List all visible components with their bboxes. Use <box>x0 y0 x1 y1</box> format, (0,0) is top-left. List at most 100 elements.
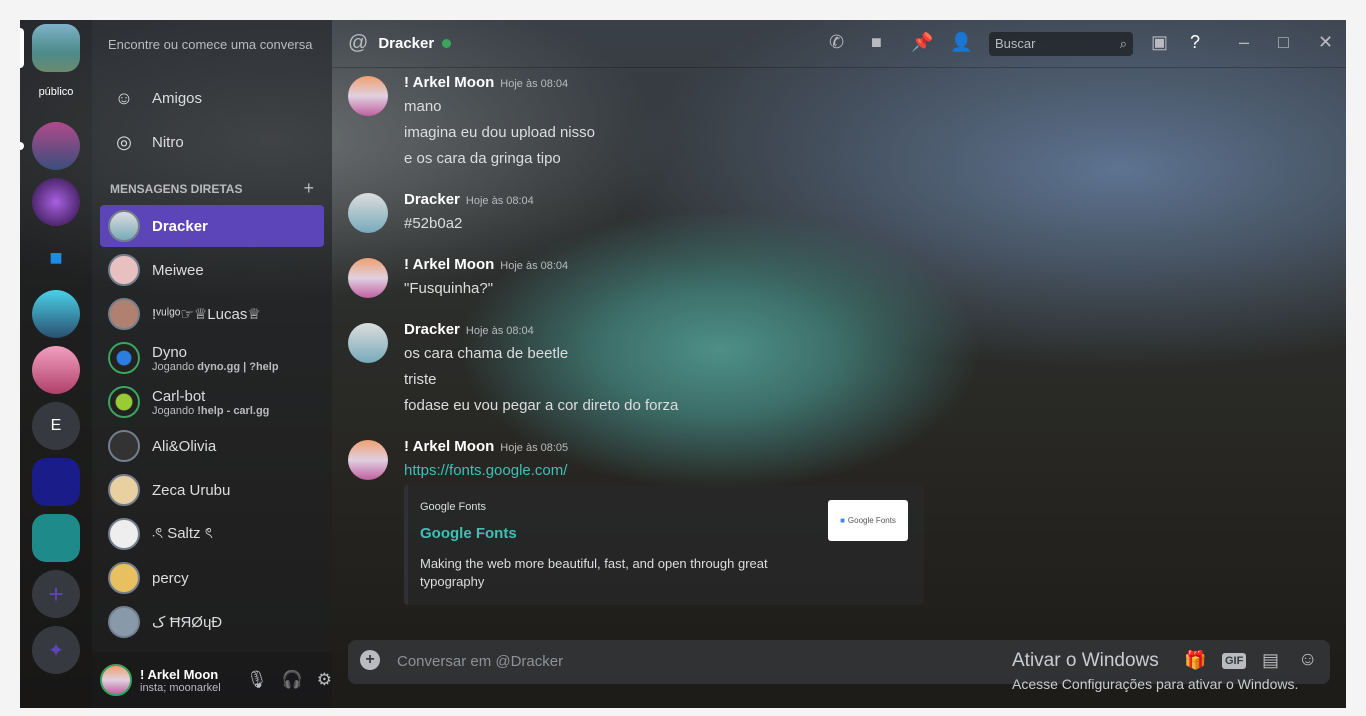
server-icon[interactable] <box>32 122 80 170</box>
add-server-icon[interactable]: + <box>32 570 80 618</box>
add-friend-icon[interactable]: 👤 <box>950 32 972 53</box>
avatar[interactable] <box>348 323 388 363</box>
message-author[interactable]: Dracker Hoje às 08:04 <box>404 191 534 208</box>
folder-icon[interactable]: ■ <box>32 234 80 282</box>
avatar <box>108 210 140 242</box>
server-folder[interactable] <box>32 458 80 506</box>
embed-description: Making the web more beautiful, fast, and… <box>420 556 768 589</box>
selected-indicator <box>20 28 24 68</box>
chat-area: @ Dracker ✆ ■ 📌 👤 Buscar ⌕ ▣ ? – □ ✕ ! Ar… <box>332 20 1346 708</box>
avatar <box>108 342 140 374</box>
user-name: ! Arkel Moon <box>140 666 219 682</box>
at-icon: @ <box>348 32 369 54</box>
find-conversation-button[interactable]: Encontre ou comece uma conversa <box>108 37 313 52</box>
message-text: imagina eu dou upload nisso <box>404 124 595 141</box>
sidebar-item-friends[interactable]: ☺ Amigos <box>100 77 324 119</box>
embed-thumbnail[interactable]: ■ Google Fonts <box>828 500 908 541</box>
message-author[interactable]: ! Arkel Moon Hoje às 08:04 <box>404 74 568 91</box>
maximize-icon[interactable]: □ <box>1278 32 1289 53</box>
message-link[interactable]: https://fonts.google.com/ <box>404 462 567 479</box>
dm-name: ܁ৎ Saltz ৎ <box>152 524 213 542</box>
minimize-icon[interactable]: – <box>1239 32 1249 53</box>
avatar <box>108 254 140 286</box>
dm-item[interactable]: Meiwee <box>100 249 324 291</box>
gift-icon[interactable]: 🎁 <box>1184 650 1206 671</box>
message-author[interactable]: ! Arkel Moon Hoje às 08:04 <box>404 256 568 273</box>
embed-provider: Google Fonts <box>420 501 487 513</box>
dm-header-label: MENSAGENS DIRETAS <box>110 182 243 196</box>
server-list: público ■ E + ✦ <box>20 20 92 708</box>
explore-compass-icon[interactable]: ✦ <box>32 626 80 674</box>
sidebar-item-nitro[interactable]: ◎ Nitro <box>100 121 324 163</box>
avatar <box>108 430 140 462</box>
avatar[interactable] <box>348 76 388 116</box>
avatar[interactable] <box>348 258 388 298</box>
microphone-icon[interactable]: 🎙 <box>246 670 268 690</box>
server-icon[interactable] <box>32 346 80 394</box>
server-folder[interactable] <box>32 514 80 562</box>
avatar[interactable] <box>348 193 388 233</box>
dm-name: !ᵛᵘˡᵍᵒ☞♕Lucas♕ <box>152 306 261 323</box>
dm-item[interactable]: Zeca Urubu <box>100 469 324 511</box>
inbox-icon[interactable]: ▣ <box>1151 32 1168 53</box>
dm-item[interactable]: !ᵛᵘˡᵍᵒ☞♕Lucas♕ <box>100 293 324 335</box>
user-status: insta; moonarkel <box>140 681 221 694</box>
dm-name: Meiwee <box>152 261 204 279</box>
message-input[interactable]: Conversar em @Dracker <box>397 653 563 670</box>
friends-label: Amigos <box>152 89 203 107</box>
avatar <box>108 474 140 506</box>
search-icon: ⌕ <box>1119 36 1127 51</box>
message-text: "Fusquinha?" <box>404 280 494 297</box>
dm-name: Dracker <box>152 217 208 235</box>
chat-header: @ Dracker ✆ ■ 📌 👤 Buscar ⌕ ▣ ? – □ ✕ <box>332 20 1346 68</box>
sticker-icon[interactable]: ▤ <box>1262 650 1279 671</box>
dm-item[interactable]: Carl-bot Jogando !help - carl.gg <box>100 381 324 423</box>
public-label: público <box>38 86 74 98</box>
server-icon[interactable] <box>32 290 80 338</box>
settings-gear-icon[interactable]: ⚙ <box>317 670 332 690</box>
gif-button[interactable]: GIF <box>1222 653 1247 669</box>
user-panel: ! Arkel Moon insta; moonarkel 🎙 🎧 ⚙ <box>92 652 332 708</box>
help-icon[interactable]: ? <box>1190 32 1200 53</box>
search-input[interactable]: Buscar ⌕ <box>989 32 1133 56</box>
message-text: os cara chama de beetle <box>404 345 569 362</box>
message-author[interactable]: ! Arkel Moon Hoje às 08:05 <box>404 438 568 455</box>
windows-activation-title: Ativar o Windows <box>1012 650 1159 671</box>
close-icon[interactable]: ✕ <box>1318 32 1333 53</box>
nitro-label: Nitro <box>152 133 184 151</box>
dm-name: percy <box>152 569 189 587</box>
avatar <box>108 518 140 550</box>
avatar <box>108 298 140 330</box>
dm-item[interactable]: Dracker <box>100 205 324 247</box>
attach-plus-icon[interactable]: + <box>360 650 380 670</box>
home-dm-button[interactable] <box>32 24 80 72</box>
dm-name: Dyno <box>152 343 188 361</box>
create-dm-plus-icon[interactable]: + <box>303 178 314 199</box>
dm-item[interactable]: Dyno Jogando dyno.gg | ?help <box>100 337 324 379</box>
voice-call-icon[interactable]: ✆ <box>829 32 844 53</box>
dm-item[interactable]: ک ĦЯØɥĐ <box>100 601 324 643</box>
avatar[interactable] <box>348 440 388 480</box>
emoji-icon[interactable]: ☺ <box>1298 649 1317 671</box>
message-text: fodase eu vou pegar a cor direto do forz… <box>404 397 679 414</box>
user-avatar[interactable] <box>100 664 132 696</box>
avatar <box>108 562 140 594</box>
message-author[interactable]: Dracker Hoje às 08:04 <box>404 321 534 338</box>
link-embed: Google Fonts Google Fonts Making the web… <box>404 485 924 605</box>
discord-window: público ■ E + ✦ Encontre ou comece uma c… <box>20 20 1346 708</box>
unread-indicator <box>20 142 24 150</box>
pin-icon[interactable]: 📌 <box>911 32 933 53</box>
dm-status: Jogando dyno.gg | ?help <box>152 360 279 373</box>
server-icon-e[interactable]: E <box>32 402 80 450</box>
dm-name: Zeca Urubu <box>152 481 231 499</box>
embed-title-link[interactable]: Google Fonts <box>420 525 517 542</box>
server-icon[interactable] <box>32 178 80 226</box>
video-call-icon[interactable]: ■ <box>871 32 882 53</box>
dm-item[interactable]: percy <box>100 557 324 599</box>
message-text: e os cara da gringa tipo <box>404 150 561 167</box>
headphones-icon[interactable]: 🎧 <box>282 670 303 690</box>
dm-item[interactable]: Ali&Olivia <box>100 425 324 467</box>
dm-item[interactable]: ܁ৎ Saltz ৎ <box>100 513 324 555</box>
nitro-icon: ◎ <box>116 131 132 152</box>
dm-name: Carl-bot <box>152 387 206 405</box>
